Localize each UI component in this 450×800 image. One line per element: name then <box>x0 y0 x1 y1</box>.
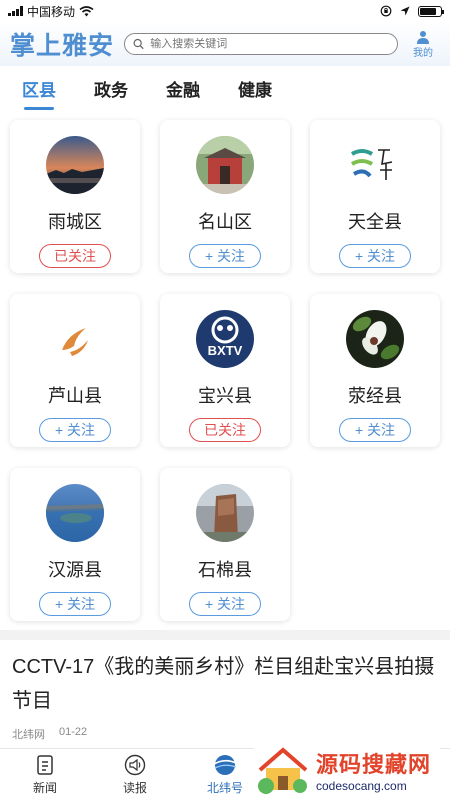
county-avatar <box>46 136 104 194</box>
news-date: 01-22 <box>59 726 88 738</box>
follow-button[interactable]: 已关注 <box>189 418 261 442</box>
tab-districts[interactable]: 区县 <box>22 76 56 110</box>
watermark-url: codesocang.com <box>316 779 407 793</box>
county-avatar <box>46 484 104 542</box>
county-card-yingjing[interactable]: 荥经县 + 关注 <box>310 294 440 447</box>
location-icon <box>400 6 410 16</box>
county-card-baoxing[interactable]: BXTV 宝兴县 已关注 <box>160 294 290 447</box>
status-left: 中国移动 <box>8 3 94 20</box>
watermark: 源码搜藏网 codesocang.com <box>254 744 440 796</box>
county-card-yucheng[interactable]: 雨城区 已关注 <box>10 120 140 273</box>
battery-icon <box>418 5 444 17</box>
globe-icon <box>213 754 237 775</box>
app-header: 掌上雅安 我的 <box>0 22 450 66</box>
dove-tree-flower-icon <box>346 310 404 368</box>
signal-icon <box>8 6 23 16</box>
lushan-logo-icon <box>46 310 104 368</box>
carrier-label: 中国移动 <box>27 4 76 19</box>
follow-button[interactable]: + 关注 <box>189 592 261 616</box>
app-logo: 掌上雅安 <box>10 31 115 60</box>
search-input[interactable] <box>150 38 389 50</box>
tab-government[interactable]: 政务 <box>94 76 128 101</box>
nav-newspaper[interactable]: 读报 <box>90 749 180 800</box>
speaker-icon <box>124 754 146 775</box>
status-bar: 中国移动 <box>0 0 450 22</box>
county-name: 天全县 <box>348 212 402 232</box>
nav-news[interactable]: 新闻 <box>0 749 90 800</box>
me-label: 我的 <box>413 47 433 59</box>
county-avatar: BXTV <box>196 310 254 368</box>
news-icon <box>37 754 53 775</box>
county-name: 雨城区 <box>48 212 102 232</box>
follow-button[interactable]: + 关注 <box>189 244 261 268</box>
me-button[interactable]: 我的 <box>406 30 440 59</box>
county-avatar <box>196 484 254 542</box>
wifi-icon <box>79 5 94 16</box>
county-card-mingshan[interactable]: 名山区 + 关注 <box>160 120 290 273</box>
nav-news-label: 新闻 <box>32 780 57 795</box>
temple-gate-icon <box>196 136 254 194</box>
county-name: 荥经县 <box>348 386 402 406</box>
county-card-lushan[interactable]: 芦山县 + 关注 <box>10 294 140 447</box>
status-right <box>380 5 444 17</box>
follow-button[interactable]: + 关注 <box>39 592 111 616</box>
news-title[interactable]: CCTV-17《我的美丽乡村》栏目组赴宝兴县拍摄节目 <box>0 640 450 718</box>
follow-button[interactable]: + 关注 <box>339 418 411 442</box>
rotation-lock-icon <box>380 5 392 17</box>
nav-newspaper-label: 读报 <box>122 780 147 795</box>
bxtv-logo-text: BXTV <box>208 343 243 358</box>
lake-island-icon <box>46 484 104 542</box>
county-name: 汉源县 <box>48 560 102 580</box>
sunset-image-icon <box>46 136 104 194</box>
county-name: 宝兴县 <box>198 386 252 406</box>
tab-health[interactable]: 健康 <box>238 76 272 101</box>
house-icon <box>258 747 308 794</box>
category-tabs: 区县 政务 金融 健康 <box>0 66 450 110</box>
search-bar[interactable] <box>124 33 398 55</box>
county-avatar <box>346 310 404 368</box>
county-name: 石棉县 <box>198 560 252 580</box>
county-name: 芦山县 <box>48 386 102 406</box>
tianquan-logo-icon <box>346 136 404 194</box>
battery-level <box>420 7 436 15</box>
search-icon <box>133 38 144 50</box>
county-avatar <box>46 310 104 368</box>
watermark-title: 源码搜藏网 <box>316 752 432 777</box>
news-source: 北纬网 <box>12 729 45 741</box>
user-icon <box>417 30 429 44</box>
county-card-tianquan[interactable]: 天全县 + 关注 <box>310 120 440 273</box>
county-avatar <box>196 136 254 194</box>
watermark-text: 源码搜藏网 codesocang.com <box>316 747 431 793</box>
monument-icon <box>196 484 254 542</box>
county-name: 名山区 <box>198 212 252 232</box>
follow-button[interactable]: + 关注 <box>339 244 411 268</box>
county-avatar <box>346 136 404 194</box>
county-card-shimian[interactable]: 石棉县 + 关注 <box>160 468 290 621</box>
follow-button[interactable]: 已关注 <box>39 244 111 268</box>
nav-beiwei-label: 北纬号 <box>206 780 243 795</box>
follow-button[interactable]: + 关注 <box>39 418 111 442</box>
bxtv-logo-icon: BXTV <box>196 310 254 368</box>
tab-finance[interactable]: 金融 <box>166 76 200 101</box>
county-grid: 雨城区 已关注 名山区 + 关注 天全县 + 关注 芦山县 + 关注 BXTV … <box>0 110 450 621</box>
county-card-hanyuan[interactable]: 汉源县 + 关注 <box>10 468 140 621</box>
news-item[interactable]: CCTV-17《我的美丽乡村》栏目组赴宝兴县拍摄节目 北纬网 01-22 <box>0 630 450 748</box>
